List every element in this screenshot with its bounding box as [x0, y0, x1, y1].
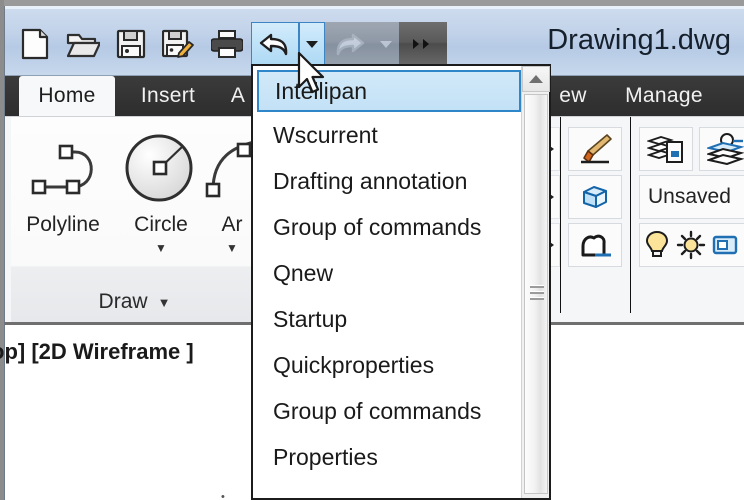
tab-home[interactable]: Home: [19, 76, 115, 116]
screenshot-root: Drawing1.dwg Home Insert A ew Manage Pol…: [0, 0, 744, 500]
tab-manage[interactable]: Manage: [605, 76, 723, 116]
viewport-label: op] [2D Wireframe ]: [0, 339, 194, 364]
revision-cloud-icon: [581, 234, 611, 257]
layer-properties-icon: [647, 136, 683, 163]
layer-stack-icon: [707, 133, 744, 165]
chevron-down-icon: [306, 40, 318, 48]
lock-plate-icon[interactable]: [712, 233, 738, 257]
plot-button[interactable]: [203, 22, 251, 66]
more-commands-button[interactable]: [399, 22, 447, 66]
redo-arrow-icon: [336, 33, 365, 56]
panel-divider-1: [560, 117, 561, 313]
saveas-button[interactable]: [155, 22, 203, 66]
match-properties-button[interactable]: [568, 127, 622, 171]
list-item[interactable]: Intellipan: [257, 70, 521, 112]
chevron-down-icon: [380, 40, 392, 48]
new-document-icon: [21, 28, 49, 60]
list-item[interactable]: Startup: [253, 296, 525, 342]
layer-state-field[interactable]: Unsaved: [639, 175, 744, 219]
double-chevron-right-icon: [413, 39, 429, 49]
panel-draw-label: Draw: [98, 290, 148, 313]
undo-history-dropdown: Intellipan Wscurrent Drafting annotation…: [251, 64, 551, 500]
layer-toggles-group: [639, 223, 744, 267]
circle-label: Circle: [134, 213, 188, 236]
sun-icon[interactable]: [676, 230, 706, 260]
printer-icon: [211, 30, 243, 58]
undo-arrow-icon: [259, 33, 288, 56]
floppy-saveas-icon: [162, 29, 194, 58]
save-button[interactable]: [107, 22, 155, 66]
revision-cloud-button[interactable]: [568, 223, 622, 267]
open-button[interactable]: [59, 22, 107, 66]
tab-insert[interactable]: Insert: [125, 76, 211, 116]
list-item[interactable]: Group of commands: [253, 204, 525, 250]
floppy-save-icon: [116, 29, 146, 59]
crosshair-marker: •: [221, 491, 225, 500]
undo-dropdown-button[interactable]: [299, 22, 325, 66]
open-folder-icon: [66, 33, 100, 58]
list-item[interactable]: Quickproperties: [253, 342, 525, 388]
tab-view[interactable]: ew: [548, 76, 598, 116]
list-item[interactable]: Drafting annotation: [253, 158, 525, 204]
panel-draw-caret: ▼: [157, 294, 171, 310]
redo-button[interactable]: [325, 22, 373, 66]
layer-state-value: Unsaved: [648, 185, 731, 208]
redo-dropdown-button[interactable]: [373, 22, 399, 66]
triangle-up-icon: [529, 75, 543, 83]
circle-dropdown-caret[interactable]: ▼: [155, 241, 167, 255]
lightbulb-icon[interactable]: [644, 229, 670, 261]
list-item[interactable]: Properties: [253, 434, 525, 480]
quick-access-toolbar: [11, 22, 447, 66]
window-title: Drawing1.dwg: [547, 24, 731, 56]
polyline-button[interactable]: Polyline: [11, 125, 115, 275]
title-bar-highlight: [5, 6, 744, 9]
undo-button[interactable]: [251, 22, 299, 66]
list-item[interactable]: Qnew: [253, 250, 525, 296]
panel-draw: Polyline Circle ▼ Ar ▼ Draw ▼: [11, 117, 260, 322]
scrollbar-up-button[interactable]: [522, 66, 550, 92]
list-item[interactable]: Group of commands: [253, 388, 525, 434]
panel-draw-title[interactable]: Draw ▼: [11, 281, 258, 322]
undo-history-list: Intellipan Wscurrent Drafting annotation…: [253, 66, 525, 498]
layer-state-button[interactable]: [699, 127, 744, 171]
isometric-view-button[interactable]: [568, 175, 622, 219]
paintbrush-icon: [581, 134, 612, 164]
list-item[interactable]: Wscurrent: [253, 112, 525, 158]
polyline-icon: [11, 125, 115, 213]
scrollbar-thumb[interactable]: [524, 94, 548, 494]
scrollbar-grip-icon: [530, 285, 544, 303]
panel-divider-2: [630, 117, 631, 313]
dropdown-scrollbar[interactable]: [521, 66, 550, 498]
polyline-label: Polyline: [26, 213, 100, 236]
qnew-button[interactable]: [11, 22, 59, 66]
arc-dropdown-caret[interactable]: ▼: [226, 241, 238, 255]
isometric-cube-icon: [583, 186, 607, 208]
layer-properties-button[interactable]: [639, 127, 693, 171]
tab-annotate[interactable]: A: [221, 76, 255, 116]
arc-label: Ar: [221, 213, 243, 236]
